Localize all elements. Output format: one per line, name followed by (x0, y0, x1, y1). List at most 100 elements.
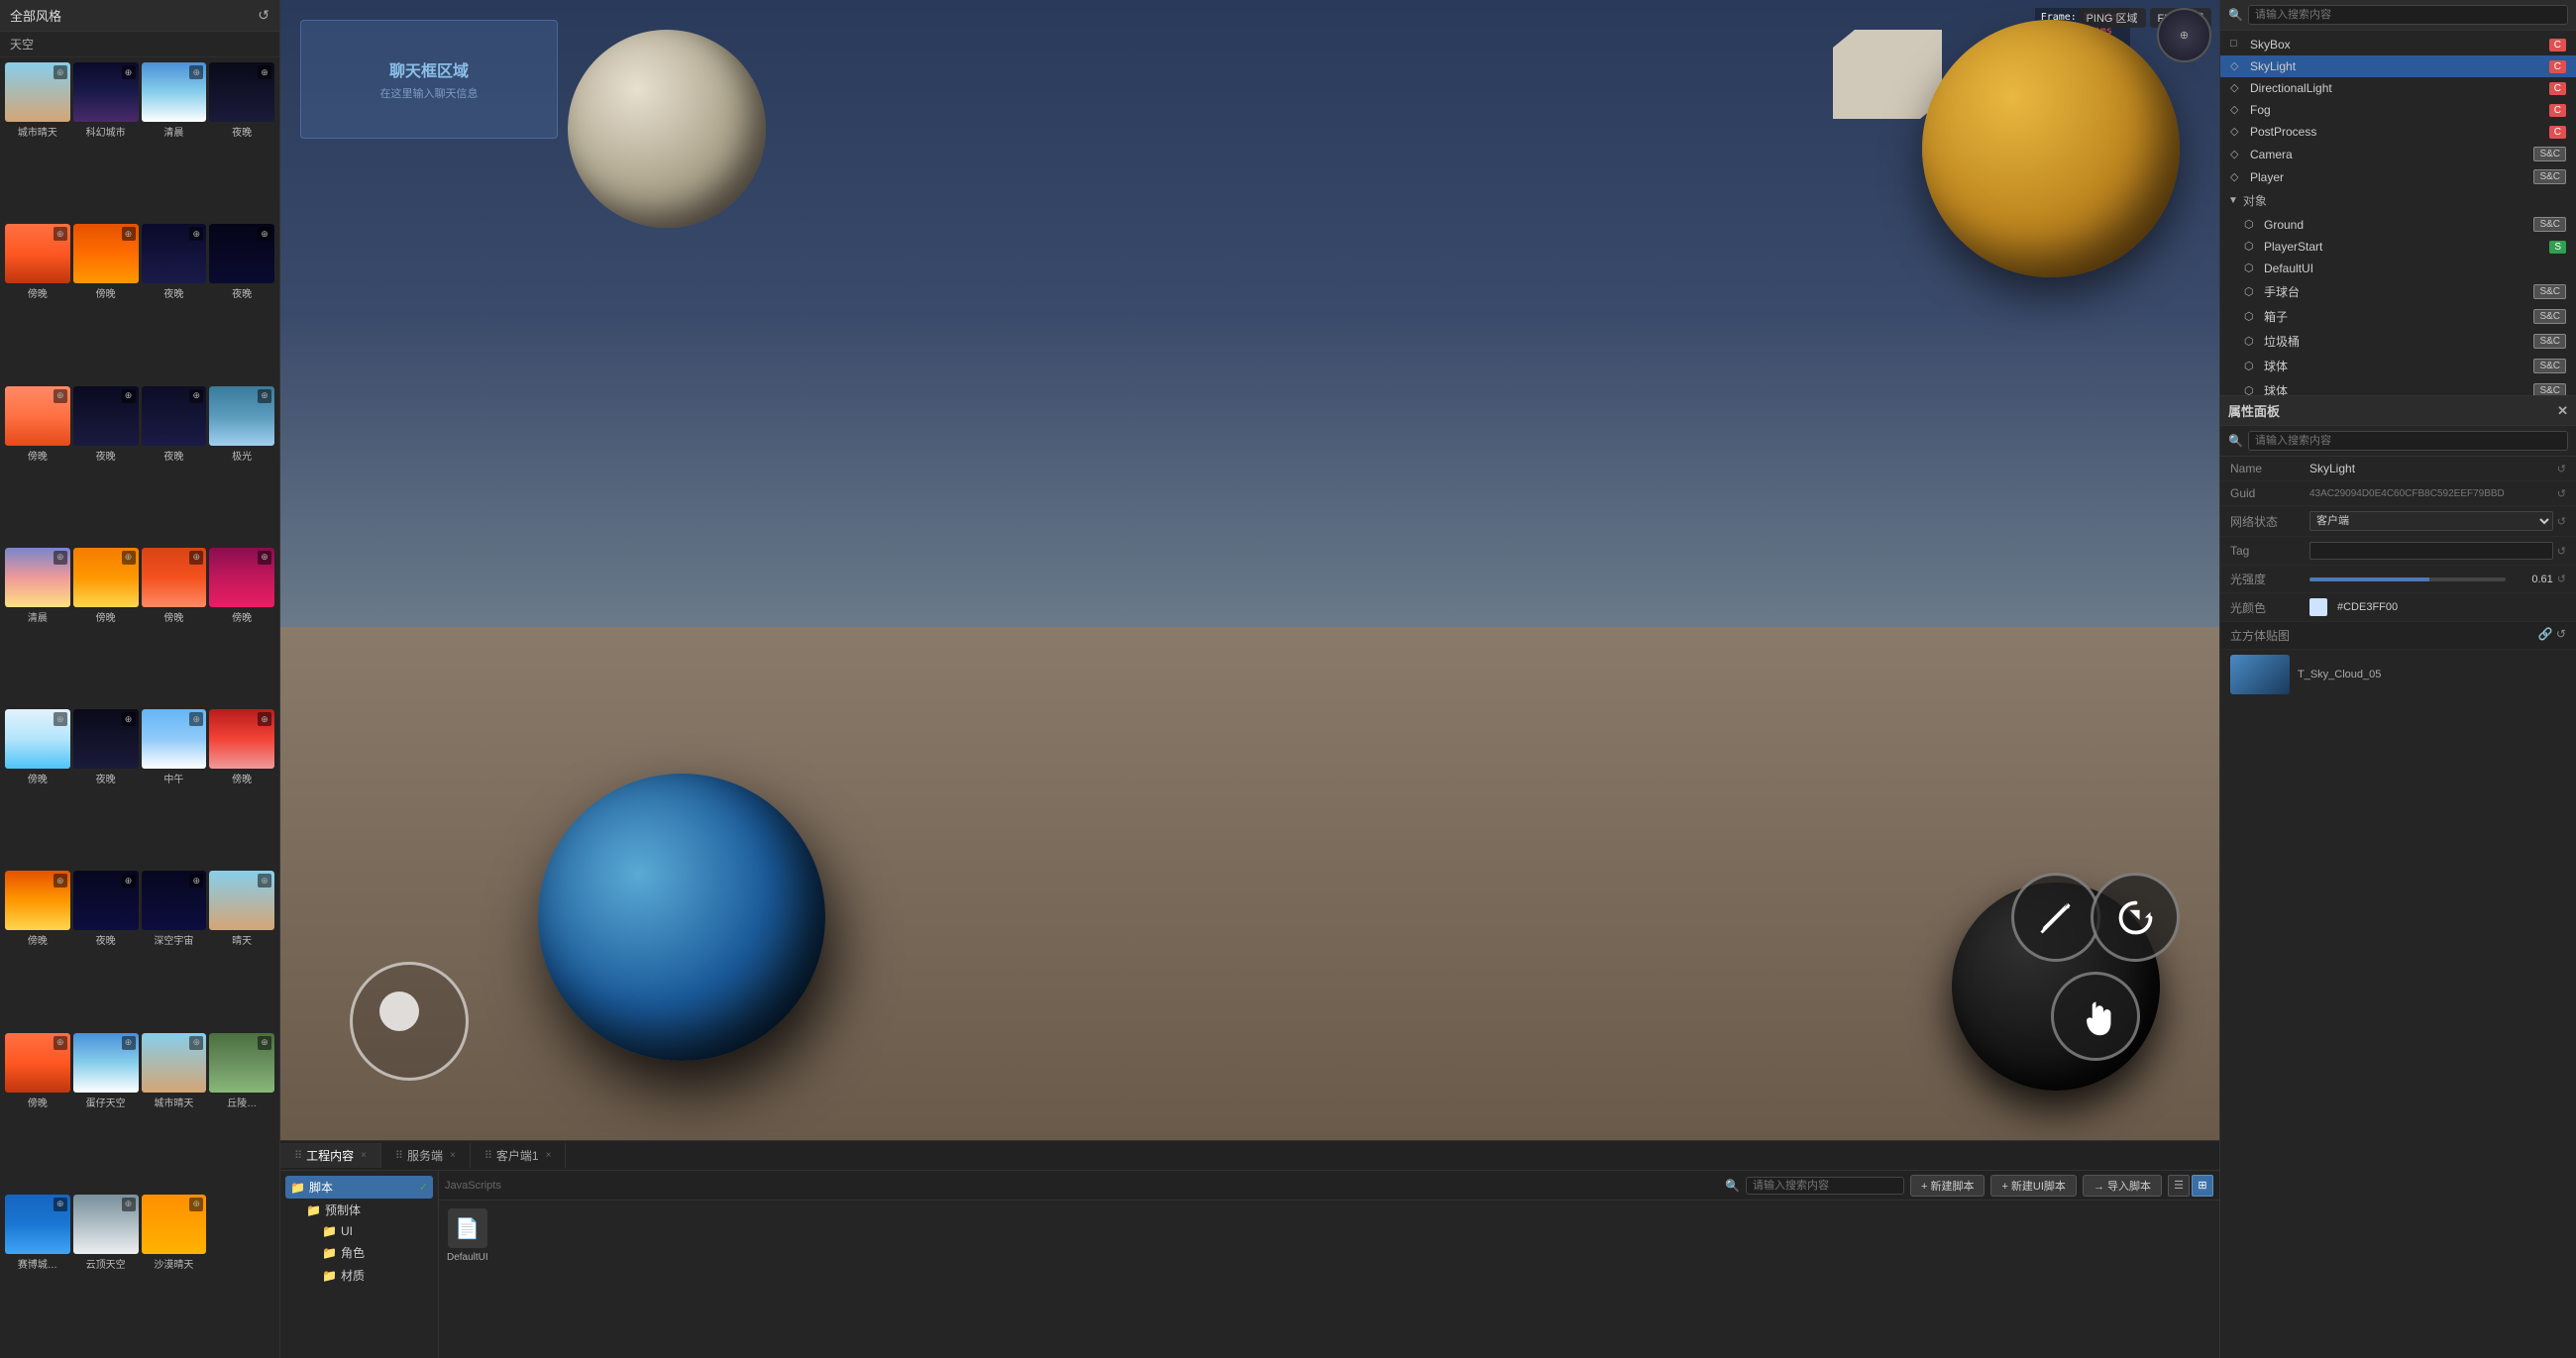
sky-item-24[interactable]: ⊕傍晚 (5, 1033, 70, 1192)
viewport[interactable]: 聊天框区域 在这里输入聊天信息 Frame: 17.25ms Game: 7.0… (280, 0, 2219, 1140)
file-tree-scripts[interactable]: 📁 脚本 ✓ (285, 1176, 433, 1199)
prop-netstatus-label: 网络状态 (2230, 513, 2309, 530)
roll-button[interactable] (2091, 873, 2180, 962)
search-icon-props: 🔍 (2228, 434, 2243, 448)
tab-close-0[interactable]: × (361, 1150, 367, 1161)
object-item-6[interactable]: ⬡球体S&C (2220, 354, 2576, 378)
object-item-2[interactable]: ⬡DefaultUI (2220, 258, 2576, 279)
sky-item-16[interactable]: ⊕傍晚 (5, 709, 70, 868)
scene-search-input[interactable] (2248, 5, 2568, 25)
sky-item-27[interactable]: ⊕丘陵… (209, 1033, 274, 1192)
tab-close-1[interactable]: × (450, 1150, 456, 1161)
scene-item-2[interactable]: ◇DirectionalLightC (2220, 77, 2576, 99)
prop-intensity-reset[interactable]: ↺ (2557, 573, 2566, 585)
bottom-tab-0[interactable]: ⠿工程内容× (280, 1143, 381, 1168)
file-tree-prefab[interactable]: 📁 预制体 (301, 1199, 433, 1221)
sky-item-6[interactable]: ⊕夜晚 (142, 224, 207, 382)
sky-item-15[interactable]: ⊕傍晚 (209, 548, 274, 706)
file-tree-ui[interactable]: 📁 UI (317, 1221, 433, 1241)
sky-item-icon-27: ⊕ (258, 1036, 271, 1050)
cubemap-preview[interactable] (2230, 655, 2290, 694)
object-item-4[interactable]: ⬡箱子S&C (2220, 304, 2576, 329)
prop-name-value: SkyLight (2309, 462, 2553, 475)
object-badge-6: S&C (2533, 359, 2566, 373)
sky-item-14[interactable]: ⊕傍晚 (142, 548, 207, 706)
sky-item-label-4: 傍晚 (5, 283, 70, 302)
properties-search-input[interactable] (2248, 431, 2568, 451)
prop-netstatus-select[interactable]: 客户端 服务端 双端 (2309, 511, 2553, 531)
prop-netstatus-reset[interactable]: ↺ (2557, 515, 2566, 528)
scene-item-icon-4: ◇ (2230, 125, 2244, 139)
sky-item-10[interactable]: ⊕夜晚 (142, 386, 207, 545)
sky-item-23[interactable]: ⊕晴天 (209, 871, 274, 1029)
folder-icon: 📁 (290, 1181, 305, 1195)
properties-close-btn[interactable]: ✕ (2557, 403, 2568, 419)
prop-guid-reset[interactable]: ↺ (2557, 487, 2566, 500)
object-item-3[interactable]: ⬡手球台S&C (2220, 279, 2576, 304)
scene-item-6[interactable]: ◇PlayerS&C (2220, 165, 2576, 188)
sky-item-26[interactable]: ⊕城市晴天 (142, 1033, 207, 1192)
list-view-btn[interactable]: ☰ (2168, 1175, 2190, 1197)
sky-item-11[interactable]: ⊕极光 (209, 386, 274, 545)
attack-button[interactable] (2011, 873, 2100, 962)
prop-intensity-slider[interactable] (2309, 577, 2506, 581)
sky-item-17[interactable]: ⊕夜晚 (73, 709, 139, 868)
tab-close-2[interactable]: × (546, 1150, 552, 1161)
sky-item-19[interactable]: ⊕傍晚 (209, 709, 274, 868)
sky-item-29[interactable]: ⊕云顶天空 (73, 1195, 139, 1353)
sky-item-2[interactable]: ⊕清晨 (142, 62, 207, 221)
center-area: 聊天框区域 在这里输入聊天信息 Frame: 17.25ms Game: 7.0… (280, 0, 2219, 1358)
scene-item-3[interactable]: ◇FogC (2220, 99, 2576, 121)
scene-item-4[interactable]: ◇PostProcessC (2220, 121, 2576, 143)
scene-item-label-4: PostProcess (2250, 125, 2543, 139)
sky-item-0[interactable]: ⊕城市晴天 (5, 62, 70, 221)
bottom-tab-2[interactable]: ⠿客户端1× (471, 1143, 567, 1168)
sky-item-img-5: ⊕ (73, 224, 139, 283)
new-ui-script-btn[interactable]: + 新建UI脚本 (1990, 1175, 2076, 1197)
import-script-btn[interactable]: → 导入脚本 (2083, 1175, 2162, 1197)
file-tree-role[interactable]: 📁 角色 (317, 1241, 433, 1264)
sky-item-icon-1: ⊕ (122, 65, 136, 79)
sky-item-9[interactable]: ⊕夜晚 (73, 386, 139, 545)
prop-tag-input[interactable] (2309, 542, 2553, 560)
sky-item-1[interactable]: ⊕科幻城市 (73, 62, 139, 221)
sky-item-25[interactable]: ⊕蛋仔天空 (73, 1033, 139, 1192)
scene-item-0[interactable]: □SkyBoxC (2220, 34, 2576, 55)
prop-tag-reset[interactable]: ↺ (2557, 545, 2566, 558)
sky-item-icon-12: ⊕ (54, 551, 67, 565)
new-script-btn[interactable]: + 新建脚本 (1910, 1175, 1985, 1197)
sky-item-label-13: 傍晚 (73, 607, 139, 626)
sky-item-30[interactable]: ⊕沙漠晴天 (142, 1195, 207, 1353)
sky-item-7[interactable]: ⊕夜晚 (209, 224, 274, 382)
sky-item-4[interactable]: ⊕傍晚 (5, 224, 70, 382)
sky-item-18[interactable]: ⊕中午 (142, 709, 207, 868)
interact-button[interactable] (2051, 972, 2140, 1061)
joystick[interactable] (350, 962, 469, 1081)
scene-item-1[interactable]: ◇SkyLightC (2220, 55, 2576, 77)
sky-item-20[interactable]: ⊕傍晚 (5, 871, 70, 1029)
view-toggle: ☰ ⊞ (2168, 1175, 2213, 1197)
sky-item-22[interactable]: ⊕深空宇宙 (142, 871, 207, 1029)
object-item-5[interactable]: ⬡垃圾桶S&C (2220, 329, 2576, 354)
object-item-7[interactable]: ⬡球体S&C (2220, 378, 2576, 395)
bottom-search-input[interactable] (1746, 1177, 1904, 1195)
prop-color-row: 光颜色 #CDE3FF00 (2220, 593, 2576, 622)
object-item-1[interactable]: ⬡PlayerStartS (2220, 236, 2576, 258)
sky-item-12[interactable]: ⊕清晨 (5, 548, 70, 706)
sky-item-21[interactable]: ⊕夜晚 (73, 871, 139, 1029)
bottom-tab-1[interactable]: ⠿服务端× (381, 1143, 471, 1168)
grid-view-btn[interactable]: ⊞ (2192, 1175, 2213, 1197)
sky-item-13[interactable]: ⊕傍晚 (73, 548, 139, 706)
left-panel-refresh-icon[interactable]: ↺ (258, 7, 269, 24)
objects-section-header[interactable]: ▼对象 (2220, 188, 2576, 213)
asset-defaultui[interactable]: 📄 DefaultUI (447, 1208, 488, 1263)
file-tree-material[interactable]: 📁 材质 (317, 1264, 433, 1287)
prop-color-swatch[interactable] (2309, 598, 2327, 616)
object-item-0[interactable]: ⬡GroundS&C (2220, 213, 2576, 236)
sky-item-28[interactable]: ⊕赛博城… (5, 1195, 70, 1353)
sky-item-3[interactable]: ⊕夜晚 (209, 62, 274, 221)
sky-item-5[interactable]: ⊕傍晚 (73, 224, 139, 382)
scene-item-5[interactable]: ◇CameraS&C (2220, 143, 2576, 165)
prop-name-reset[interactable]: ↺ (2557, 463, 2566, 475)
sky-item-8[interactable]: ⊕傍晚 (5, 386, 70, 545)
